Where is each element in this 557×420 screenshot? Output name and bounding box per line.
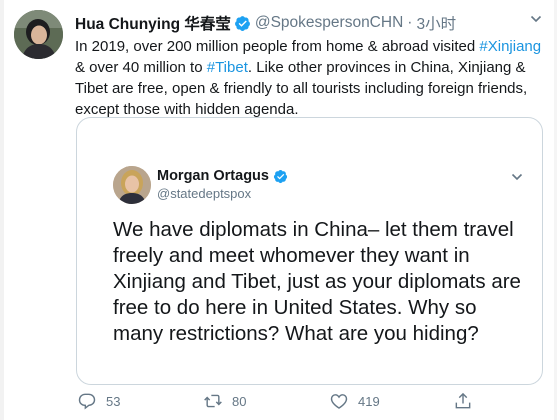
retweet-icon (204, 394, 222, 408)
tweet-text-part: & over 40 million to (75, 59, 207, 76)
like-icon (330, 394, 348, 409)
tweet-text: In 2019, over 200 million people from ho… (75, 36, 550, 120)
verified-badge-icon (273, 169, 288, 184)
author-avatar[interactable] (14, 10, 63, 59)
quoted-tweet-text: We have diplomats in China– let them tra… (113, 218, 521, 345)
tweet-timestamp[interactable]: 3小时 (416, 12, 456, 34)
reply-count: 53 (106, 393, 121, 409)
chevron-down-icon[interactable] (510, 170, 524, 184)
share-icon (455, 392, 471, 409)
like-count: 419 (358, 393, 380, 409)
chevron-down-icon[interactable] (529, 12, 543, 26)
separator-dot: · (407, 14, 413, 31)
retweet-button[interactable]: 80 (203, 391, 246, 411)
tweet-header: Hua Chunying 华春莹 @SpokespersonCHN · 3小时 (75, 12, 547, 34)
author-name[interactable]: Hua Chunying 华春莹 (75, 12, 231, 34)
hashtag-xinjiang-link[interactable]: #Xinjiang (479, 38, 541, 55)
hashtag-tibet-link[interactable]: #Tibet (207, 59, 248, 76)
quoted-author-handle[interactable]: @statedeptspox (157, 186, 251, 201)
quoted-author-avatar[interactable] (113, 166, 151, 204)
author-handle[interactable]: @SpokespersonCHN (255, 14, 403, 32)
reply-icon (78, 393, 96, 410)
reply-button[interactable]: 53 (77, 391, 120, 411)
quoted-author-name-row: Morgan Ortagus (157, 168, 288, 184)
tweet-text-part: In 2019, over 200 million people from ho… (75, 38, 480, 55)
quoted-tweet-card[interactable]: Morgan Ortagus @statedeptspox We have di… (76, 117, 543, 385)
share-button[interactable] (453, 391, 473, 411)
retweet-count: 80 (232, 393, 247, 409)
like-button[interactable]: 419 (329, 391, 380, 411)
verified-badge-icon (234, 15, 251, 32)
quoted-author-name[interactable]: Morgan Ortagus (157, 168, 269, 184)
window-edge-left (0, 0, 4, 420)
tweet-action-bar: 53 80 419 (75, 391, 495, 415)
